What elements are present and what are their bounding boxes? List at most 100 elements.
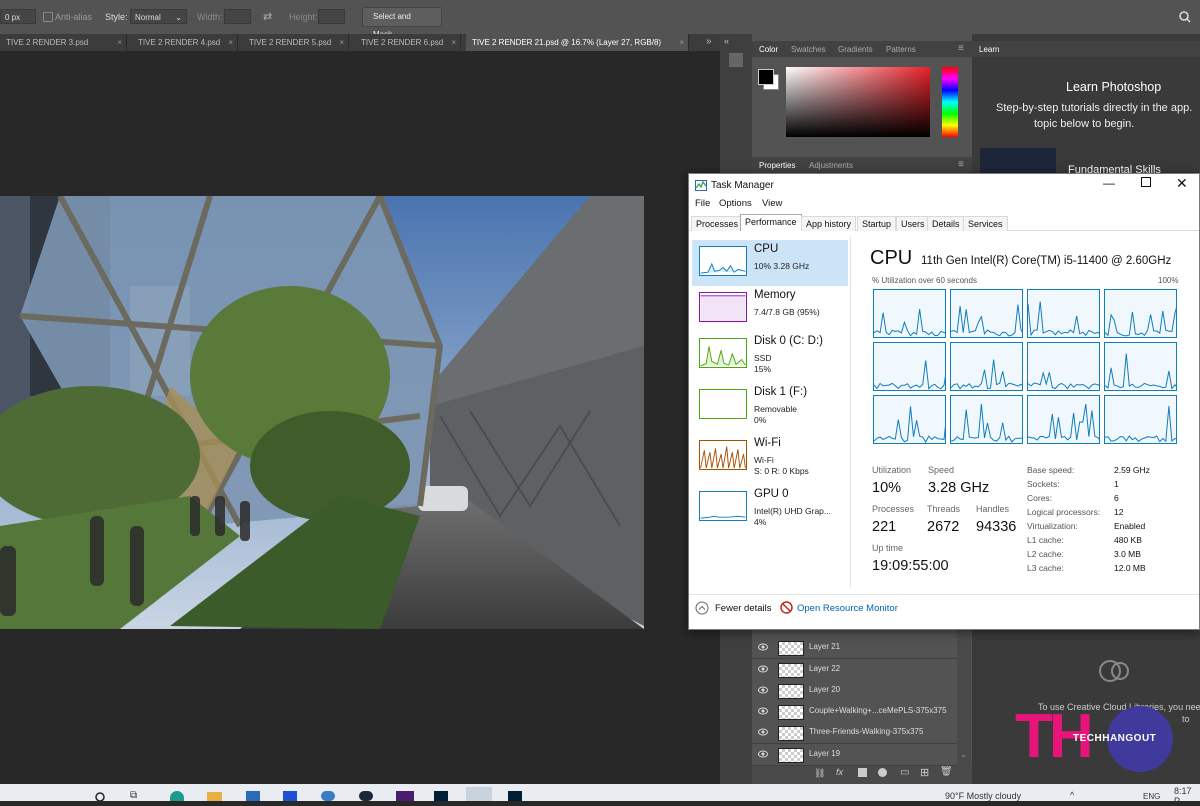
- spec-value: 2.59 GHz: [1114, 465, 1150, 475]
- weather-widget[interactable]: 90°F Mostly cloudy: [945, 791, 1021, 801]
- doc-tab-render-5[interactable]: TIVE 2 RENDER 5.psd ×: [243, 34, 349, 51]
- footer-divider: [689, 594, 1199, 595]
- photoshop-icon[interactable]: [434, 791, 448, 801]
- chevron-down-icon[interactable]: ⌄: [960, 750, 967, 759]
- perf-item-disk-1[interactable]: Disk 1 (F:) Removable 0%: [692, 383, 848, 429]
- architectural-render-image: [0, 196, 644, 629]
- antialias-checkbox[interactable]: [43, 12, 53, 22]
- menu-options[interactable]: Options: [719, 198, 752, 209]
- tab-color[interactable]: Color: [759, 45, 778, 54]
- mail-icon[interactable]: [246, 791, 260, 801]
- panel-icon[interactable]: [729, 53, 743, 67]
- open-resource-monitor-link[interactable]: Open Resource Monitor: [797, 603, 898, 614]
- perf-item-wifi[interactable]: Wi-Fi Wi-Fi S: 0 R: 0 Kbps: [692, 434, 848, 480]
- tab-processes[interactable]: Processes: [691, 216, 744, 231]
- tab-performance[interactable]: Performance: [740, 214, 802, 231]
- color-field[interactable]: [786, 67, 930, 137]
- file-explorer-icon[interactable]: [207, 792, 222, 801]
- language-indicator[interactable]: ENG: [1143, 792, 1160, 801]
- perf-item-cpu[interactable]: CPU 10% 3.28 GHz: [692, 240, 848, 286]
- perf-item-memory[interactable]: Memory 7.4/7.8 GB (95%): [692, 286, 848, 332]
- fx-icon[interactable]: fx: [836, 767, 843, 777]
- new-layer-icon[interactable]: ⊞: [920, 766, 929, 779]
- utilization-max: 100%: [1158, 276, 1179, 285]
- tab-patterns[interactable]: Patterns: [886, 45, 916, 54]
- menu-file[interactable]: File: [695, 198, 710, 209]
- menu-view[interactable]: View: [762, 198, 782, 209]
- maximize-button[interactable]: [1141, 177, 1151, 187]
- hue-slider[interactable]: [942, 67, 958, 137]
- app-icon[interactable]: [321, 791, 335, 801]
- tabs-overflow-icon[interactable]: »: [706, 36, 712, 47]
- layer-row[interactable]: Layer 19: [752, 744, 957, 766]
- spec-label: L1 cache:: [1027, 535, 1064, 545]
- eye-icon[interactable]: [758, 685, 768, 695]
- app-icon[interactable]: [396, 791, 414, 801]
- link-icon[interactable]: ⛓: [814, 768, 825, 779]
- doc-tab-render-6[interactable]: TIVE 2 RENDER 6.psd ×: [355, 34, 461, 51]
- mask-icon[interactable]: [858, 768, 867, 777]
- task-view-icon[interactable]: ⧉: [130, 790, 137, 801]
- close-icon[interactable]: ×: [117, 34, 122, 51]
- tab-users[interactable]: Users: [896, 216, 930, 231]
- task-manager-taskbar-icon[interactable]: [466, 787, 492, 801]
- minimize-button[interactable]: —: [1103, 176, 1115, 190]
- eye-icon[interactable]: [758, 749, 768, 759]
- fewer-details-button[interactable]: Fewer details: [715, 603, 772, 614]
- doc-tab-render-4[interactable]: TIVE 2 RENDER 4.psd ×: [132, 34, 238, 51]
- close-icon[interactable]: ×: [228, 34, 233, 51]
- watermark-text: TECHHANGOUT: [1073, 733, 1157, 744]
- select-and-mask-button[interactable]: Select and Mask...: [362, 7, 442, 39]
- doc-tab-render-21[interactable]: TIVE 2 RENDER 21.psd @ 16.7% (Layer 27, …: [466, 34, 689, 51]
- tab-services[interactable]: Services: [963, 216, 1008, 231]
- tab-adjustments[interactable]: Adjustments: [809, 161, 853, 170]
- adjustment-icon[interactable]: [878, 768, 887, 777]
- tab-details[interactable]: Details: [927, 216, 965, 231]
- layer-row[interactable]: Layer 20: [752, 680, 957, 702]
- layer-thumbnail: [778, 748, 804, 763]
- tab-startup[interactable]: Startup: [857, 216, 897, 231]
- search-icon[interactable]: [1179, 11, 1191, 23]
- collapse-icon[interactable]: «: [724, 36, 729, 46]
- trash-icon[interactable]: 🗑: [940, 766, 953, 777]
- layers-scrollbar[interactable]: ⌄: [957, 628, 971, 765]
- close-icon[interactable]: ×: [339, 34, 344, 51]
- close-icon[interactable]: ×: [679, 34, 684, 51]
- layer-row[interactable]: Layer 22: [752, 659, 957, 681]
- swap-icon[interactable]: ⇄: [263, 10, 272, 23]
- lightroom-icon[interactable]: [508, 791, 522, 801]
- chevron-up-circle-icon[interactable]: [695, 601, 709, 615]
- feather-input[interactable]: 0 px: [0, 9, 36, 24]
- edge-icon[interactable]: [170, 791, 184, 801]
- search-icon[interactable]: [95, 792, 107, 801]
- panel-menu-icon[interactable]: ≡: [958, 43, 964, 54]
- chevron-up-icon[interactable]: ^: [1070, 790, 1074, 800]
- tab-properties[interactable]: Properties: [759, 161, 795, 170]
- clock[interactable]: 8:17 P: [1174, 786, 1200, 806]
- doc-tab-render-3[interactable]: TIVE 2 RENDER 3.psd ×: [0, 34, 127, 51]
- layer-row[interactable]: Layer 21: [752, 637, 957, 659]
- eye-icon[interactable]: [758, 664, 768, 674]
- perf-item-gpu-0[interactable]: GPU 0 Intel(R) UHD Grap... 4%: [692, 485, 848, 531]
- eye-icon[interactable]: [758, 642, 768, 652]
- tab-app-history[interactable]: App history: [801, 216, 857, 231]
- tab-swatches[interactable]: Swatches: [791, 45, 826, 54]
- layer-row[interactable]: Couple+Walking+...ceMePLS-375x375: [752, 701, 957, 723]
- steam-icon[interactable]: [359, 791, 373, 801]
- app-icon[interactable]: [283, 791, 297, 801]
- window-title: Task Manager: [711, 180, 774, 191]
- eye-icon[interactable]: [758, 706, 768, 716]
- close-icon[interactable]: ×: [451, 34, 456, 51]
- perf-item-disk-0[interactable]: Disk 0 (C: D:) SSD 15%: [692, 332, 848, 378]
- folder-icon[interactable]: ▭: [900, 767, 909, 778]
- close-button[interactable]: ✕: [1176, 175, 1188, 192]
- style-select[interactable]: Normal ⌄: [130, 9, 187, 24]
- height-input[interactable]: [318, 9, 345, 24]
- panel-menu-icon[interactable]: ≡: [958, 159, 964, 170]
- eye-icon[interactable]: [758, 727, 768, 737]
- tab-gradients[interactable]: Gradients: [838, 45, 873, 54]
- foreground-color-swatch[interactable]: [758, 69, 774, 85]
- tab-learn[interactable]: Learn: [979, 45, 999, 54]
- layer-row[interactable]: Three-Friends-Walking-375x375: [752, 722, 957, 744]
- width-input[interactable]: [224, 9, 251, 24]
